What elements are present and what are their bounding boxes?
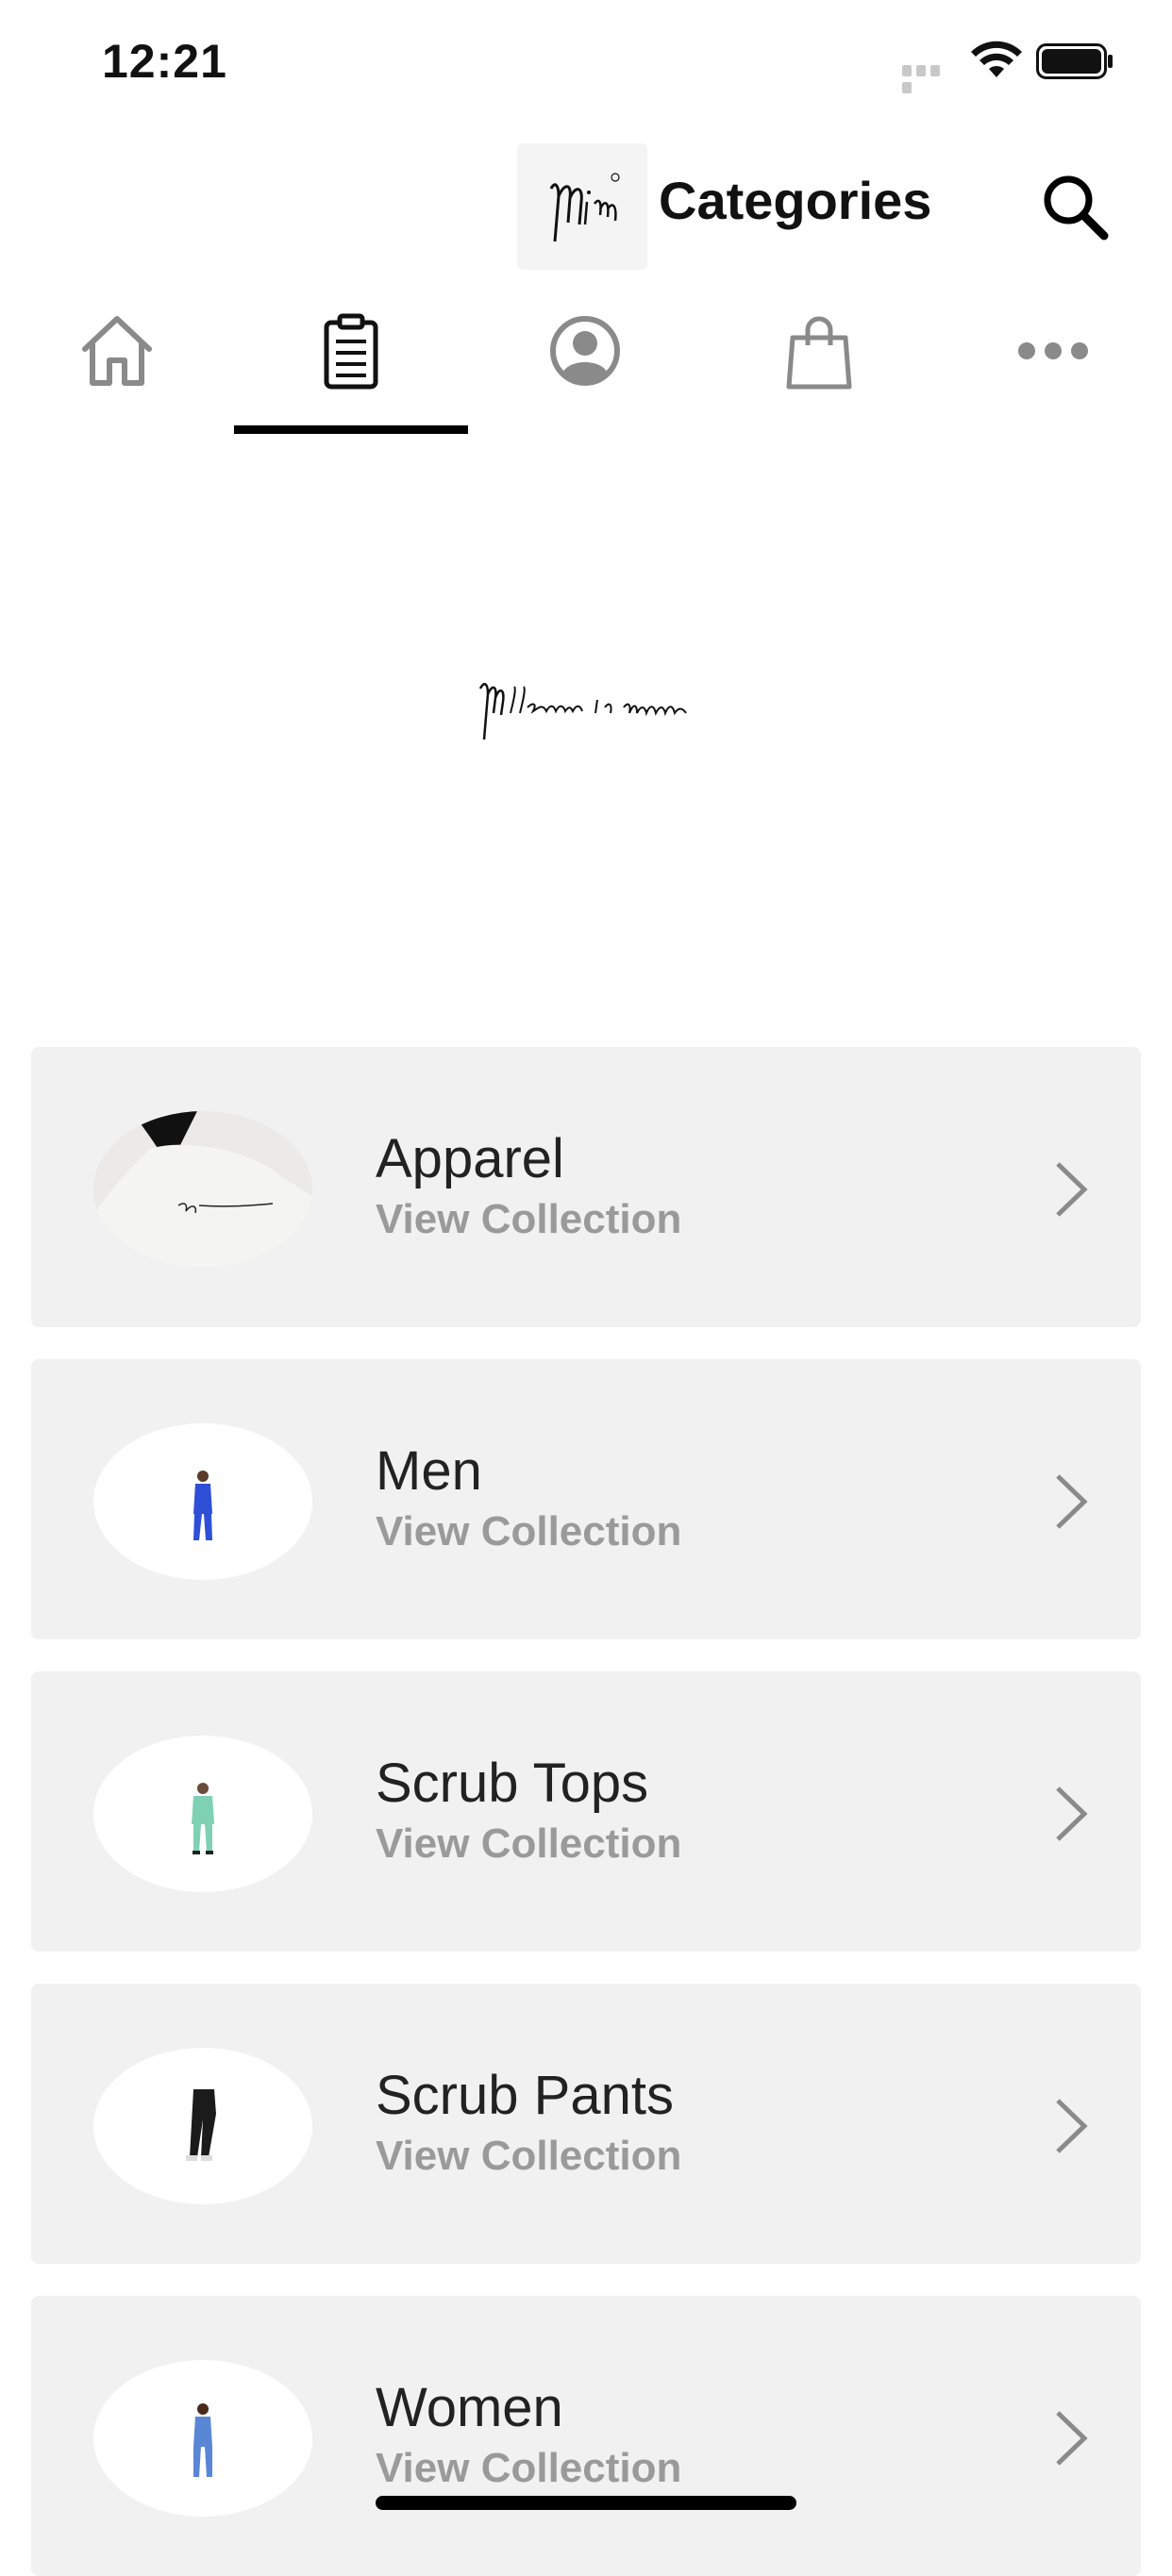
category-subtitle: View Collection [376, 1820, 682, 1867]
tab-account[interactable] [468, 297, 702, 434]
category-name: Men [376, 1440, 482, 1502]
clipboard-icon [324, 313, 378, 390]
brand-logo [517, 143, 647, 270]
search-icon[interactable] [1038, 170, 1113, 245]
tab-selected-indicator [234, 425, 468, 434]
category-card-scrub-pants[interactable]: Scrub Pants View Collection [31, 1984, 1141, 2264]
category-thumbnail [93, 1111, 312, 1268]
page-title: Categories [659, 171, 932, 230]
tab-bar [0, 297, 1172, 434]
home-indicator [376, 2496, 796, 2510]
more-icon [1018, 342, 1088, 359]
battery-icon [1036, 43, 1113, 79]
chevron-right-icon [1056, 2099, 1088, 2153]
category-card-scrub-tops[interactable]: Scrub Tops View Collection [31, 1671, 1141, 1952]
category-subtitle: View Collection [376, 2133, 682, 2179]
status-time: 12:21 [102, 35, 227, 88]
header: Categories [0, 123, 1172, 283]
bag-icon [786, 316, 852, 390]
cellular-signal-icon [902, 64, 957, 93]
tab-more[interactable] [936, 297, 1170, 434]
tab-categories[interactable] [234, 297, 468, 434]
category-subtitle: View Collection [376, 1196, 682, 1242]
chevron-right-icon [1056, 2411, 1088, 2466]
category-subtitle: View Collection [376, 1508, 682, 1554]
category-thumbnail [93, 1736, 312, 1892]
status-bar: 12:21 [0, 0, 1172, 123]
tab-cart[interactable] [702, 297, 936, 434]
category-name: Women [376, 2377, 563, 2438]
chevron-right-icon [1056, 1787, 1088, 1841]
user-icon [550, 316, 620, 386]
category-thumbnail [93, 2048, 312, 2204]
category-card-men[interactable]: Men View Collection [31, 1359, 1141, 1639]
category-card-apparel[interactable]: Apparel View Collection [31, 1047, 1141, 1327]
category-name: Scrub Pants [376, 2065, 674, 2126]
chevron-right-icon [1056, 1474, 1088, 1529]
tab-home[interactable] [0, 297, 234, 434]
category-card-women[interactable]: Women View Collection [31, 2296, 1141, 2576]
category-thumbnail [93, 1423, 312, 1580]
category-subtitle: View Collection [376, 2445, 682, 2491]
home-icon [82, 316, 152, 386]
chevron-right-icon [1056, 1162, 1088, 1217]
banner-logo [478, 682, 687, 740]
wifi-icon [971, 41, 1022, 77]
category-name: Apparel [376, 1128, 564, 1189]
banner [0, 434, 1172, 1019]
category-thumbnail [93, 2360, 312, 2517]
category-name: Scrub Tops [376, 1753, 649, 1814]
